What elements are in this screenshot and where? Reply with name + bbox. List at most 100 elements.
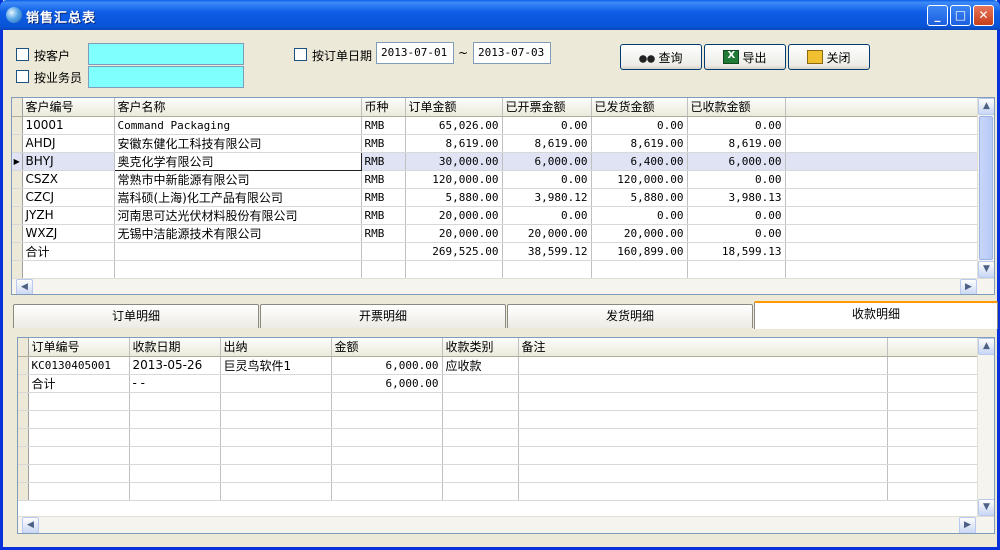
export-button[interactable]: 导出	[704, 44, 786, 70]
table-cell[interactable]: RMB	[361, 188, 406, 207]
table-cell[interactable]: 0.00	[687, 224, 786, 243]
table-cell[interactable]: 嵩科硕(上海)化工产品有限公司	[114, 188, 362, 207]
table-cell[interactable]: 0.00	[502, 116, 592, 135]
table-cell[interactable]	[220, 374, 332, 393]
table-cell[interactable]: 0.00	[687, 170, 786, 189]
table-cell[interactable]: 269,525.00	[405, 242, 503, 261]
table-cell[interactable]: 3,980.12	[502, 188, 592, 207]
table-cell[interactable]: 8,619.00	[687, 134, 786, 153]
table-cell[interactable]: 6,400.00	[591, 152, 688, 171]
table-cell[interactable]: 20,000.00	[405, 206, 503, 225]
column-header[interactable]: 订单金额	[405, 98, 503, 117]
column-header[interactable]: 收款类别	[442, 338, 519, 357]
title-bar[interactable]: 销售汇总表 _ □ ✕	[0, 0, 1000, 30]
table-cell[interactable]: 0.00	[502, 206, 592, 225]
table-cell[interactable]: RMB	[361, 152, 406, 171]
by-customer-checkbox[interactable]	[16, 48, 29, 61]
table-cell[interactable]: 应收款	[442, 356, 519, 375]
table-cell[interactable]: 巨灵鸟软件1	[220, 356, 332, 375]
close-window-button[interactable]: ✕	[973, 5, 994, 26]
column-header[interactable]: 已开票金额	[502, 98, 592, 117]
query-button[interactable]: 查询	[620, 44, 702, 70]
tab-order-detail[interactable]: 订单明细	[13, 304, 259, 328]
column-header[interactable]: 客户编号	[22, 98, 115, 117]
table-cell[interactable]: 30,000.00	[405, 152, 503, 171]
tab-invoice-detail[interactable]: 开票明细	[260, 304, 506, 328]
table-row[interactable]: 合计 269,525.00 38,599.12 160,899.00 18,599.13	[12, 242, 994, 261]
by-order-date-checkbox[interactable]	[294, 48, 307, 61]
table-cell[interactable]: 安徽东健化工科技有限公司	[114, 134, 362, 153]
summary-horizontal-scrollbar[interactable]: ◀ ▶	[12, 278, 994, 294]
table-cell[interactable]	[518, 356, 888, 375]
scroll-up-button[interactable]: ▲	[978, 98, 994, 115]
table-cell[interactable]: JYZH	[22, 206, 115, 225]
table-cell[interactable]: BHYJ	[22, 152, 115, 171]
table-cell[interactable]: 3,980.13	[687, 188, 786, 207]
table-row[interactable]: AHDJ 安徽东健化工科技有限公司 RMB 8,619.00 8,619.00 8,619…	[12, 134, 994, 153]
table-cell[interactable]: 20,000.00	[405, 224, 503, 243]
scroll-right-button[interactable]: ▶	[959, 517, 976, 533]
table-cell[interactable]: 0.00	[591, 206, 688, 225]
table-cell[interactable]: 6,000.00	[687, 152, 786, 171]
scroll-left-button[interactable]: ◀	[16, 279, 33, 294]
table-row[interactable]: KC0130405001 2013-05-26 巨灵鸟软件1 6,000.00 应收款	[18, 356, 988, 375]
table-cell[interactable]	[442, 374, 519, 393]
table-row[interactable]: WXZJ 无锡中洁能源技术有限公司 RMB 20,000.00 20,000.00 20,…	[12, 224, 994, 243]
table-cell[interactable]: 合计	[28, 374, 130, 393]
table-cell[interactable]: 38,599.12	[502, 242, 592, 261]
table-cell[interactable]: 6,000.00	[502, 152, 592, 171]
table-cell[interactable]: 8,619.00	[591, 134, 688, 153]
table-cell[interactable]: 18,599.13	[687, 242, 786, 261]
table-cell[interactable]: 0.00	[687, 116, 786, 135]
column-header[interactable]: 已发货金额	[591, 98, 688, 117]
table-cell[interactable]: 120,000.00	[591, 170, 688, 189]
table-cell[interactable]	[114, 242, 362, 261]
table-row[interactable]: 10001 Command Packaging RMB 65,026.00 0.00 0.…	[12, 116, 994, 135]
column-header[interactable]: 金额	[331, 338, 443, 357]
customer-input[interactable]	[88, 43, 244, 65]
date-to-input[interactable]: 2013-07-03	[473, 42, 551, 64]
table-cell[interactable]: CSZX	[22, 170, 115, 189]
salesman-input[interactable]	[88, 66, 244, 88]
scroll-down-button[interactable]: ▼	[978, 261, 994, 278]
table-cell[interactable]: CZCJ	[22, 188, 115, 207]
table-cell[interactable]: 8,619.00	[502, 134, 592, 153]
table-cell[interactable]: RMB	[361, 170, 406, 189]
table-row[interactable]: CZCJ 嵩科硕(上海)化工产品有限公司 RMB 5,880.00 3,980.12 5,…	[12, 188, 994, 207]
scroll-thumb[interactable]	[979, 116, 993, 260]
table-cell[interactable]: 5,880.00	[591, 188, 688, 207]
table-cell[interactable]: - -	[129, 374, 221, 393]
table-cell[interactable]: KC0130405001	[28, 356, 130, 375]
table-cell[interactable]: RMB	[361, 224, 406, 243]
table-row[interactable]: 合计 - - 6,000.00	[18, 374, 988, 393]
table-cell[interactable]: 0.00	[591, 116, 688, 135]
table-cell[interactable]: 0.00	[687, 206, 786, 225]
table-cell[interactable]: 65,026.00	[405, 116, 503, 135]
table-cell[interactable]	[361, 242, 406, 261]
table-cell[interactable]: RMB	[361, 134, 406, 153]
table-cell[interactable]: RMB	[361, 116, 406, 135]
column-header[interactable]: 币种	[361, 98, 406, 117]
column-header[interactable]: 备注	[518, 338, 888, 357]
scroll-left-button[interactable]: ◀	[22, 517, 39, 533]
table-cell[interactable]: 120,000.00	[405, 170, 503, 189]
column-header[interactable]: 已收款金额	[687, 98, 786, 117]
table-cell[interactable]: 8,619.00	[405, 134, 503, 153]
scroll-down-button[interactable]: ▼	[978, 499, 994, 516]
by-salesman-checkbox[interactable]	[16, 70, 29, 83]
table-cell[interactable]: 2013-05-26	[129, 356, 221, 375]
table-cell[interactable]: 常熟市中新能源有限公司	[114, 170, 362, 189]
table-cell[interactable]: 6,000.00	[331, 356, 443, 375]
table-row[interactable]: CSZX 常熟市中新能源有限公司 RMB 120,000.00 0.00 120,000.…	[12, 170, 994, 189]
table-cell[interactable]: 20,000.00	[591, 224, 688, 243]
table-cell[interactable]: 5,880.00	[405, 188, 503, 207]
close-button[interactable]: 关闭	[788, 44, 870, 70]
table-row[interactable]: JYZH 河南思可达光伏材料股份有限公司 RMB 20,000.00 0.00 0.00 0…	[12, 206, 994, 225]
minimize-button[interactable]: _	[927, 5, 948, 26]
table-cell[interactable]: 无锡中洁能源技术有限公司	[114, 224, 362, 243]
table-cell[interactable]: 奥克化学有限公司	[113, 151, 362, 171]
table-cell[interactable]	[518, 374, 888, 393]
tab-receipt-detail[interactable]: 收款明细	[754, 301, 998, 329]
table-cell[interactable]: 6,000.00	[331, 374, 443, 393]
table-cell[interactable]: 160,899.00	[591, 242, 688, 261]
